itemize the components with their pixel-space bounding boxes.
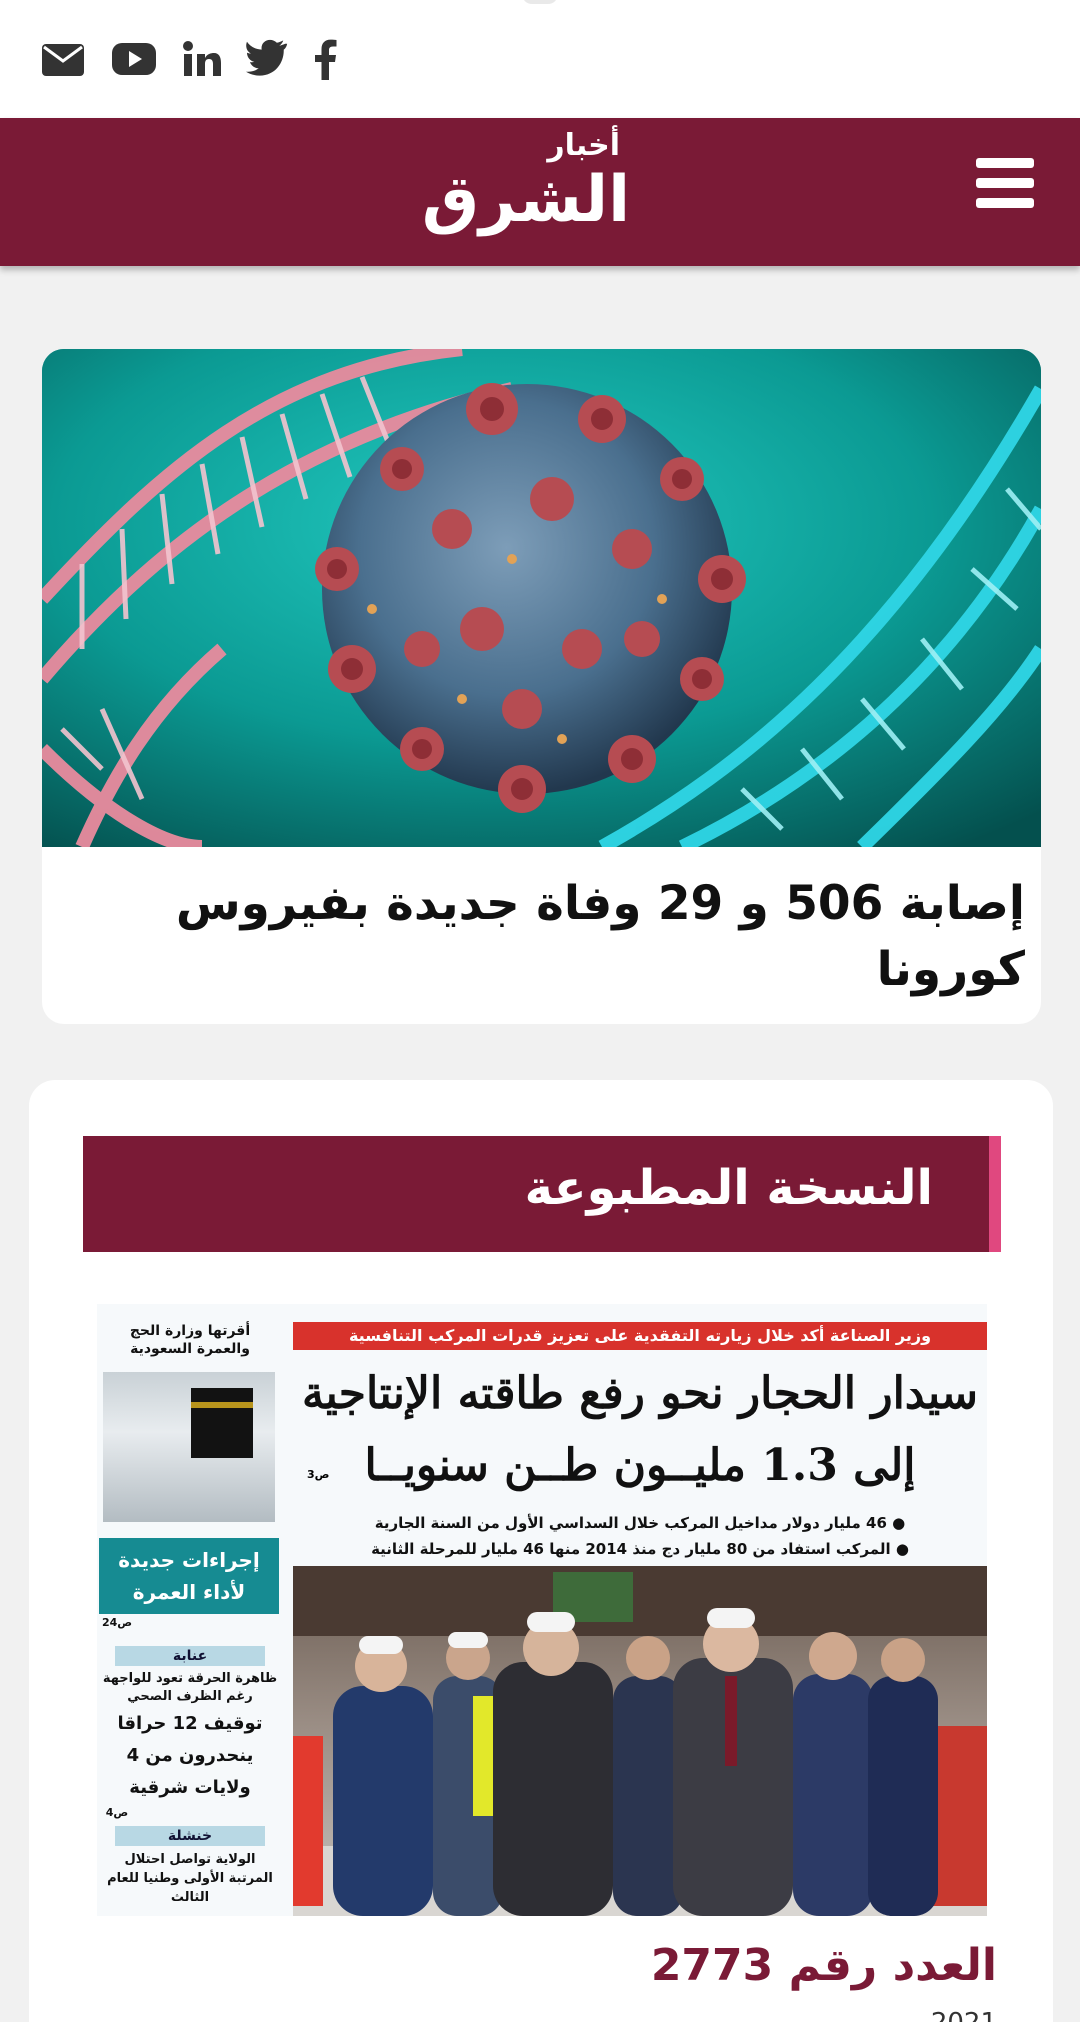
- khenchela-blurb: الولاية تواصل احتلال المرتبة الأولى وطني…: [107, 1852, 273, 1905]
- front-page-main: وزير الصناعة أكد خلال زيارته التفقدية عل…: [293, 1304, 987, 1916]
- newspaper-front-page[interactable]: أقرتها وزارة الحج والعمرة السعودية إجراء…: [97, 1304, 987, 1916]
- umrah-caption: أقرتها وزارة الحج والعمرة السعودية: [129, 1323, 251, 1357]
- headline-page-ref: ص3: [307, 1468, 330, 1481]
- front-page-headline-line1: سيدار الحجار نحو رفع طاقته الإنتاجية: [301, 1368, 979, 1419]
- printed-edition-card: النسخة المطبوعة أقرتها وزارة الحج والعمر…: [29, 1080, 1053, 2022]
- facebook-icon[interactable]: [312, 36, 338, 82]
- status-notch: [522, 0, 558, 4]
- umrah-teaser: إجراءات جديدة لأداء العمرة: [99, 1538, 279, 1614]
- issue-date: 2021: [931, 2008, 997, 2022]
- front-page-headline: سيدار الحجار نحو رفع طاقته الإنتاجية إلى…: [293, 1358, 987, 1502]
- bullet-1: ● 46 مليار دولار مداخيل المركب خلال السد…: [374, 1514, 906, 1532]
- front-page-kicker: وزير الصناعة أكد خلال زيارته التفقدية عل…: [293, 1322, 987, 1350]
- site-logo[interactable]: أخبار الشرق: [422, 128, 638, 256]
- logo-small-text: أخبار: [547, 128, 620, 163]
- kaaba-photo: [103, 1372, 275, 1522]
- twitter-icon[interactable]: [246, 36, 288, 82]
- hamburger-menu-icon[interactable]: [976, 158, 1034, 208]
- harga-blurb: ظاهرة الحرقة تعود للواجهة رغم الظرف الصح…: [102, 1671, 278, 1704]
- khenchela-ribbon: خنشلة: [115, 1826, 265, 1846]
- minister-visit-photo: [293, 1566, 987, 1916]
- news-image[interactable]: [42, 349, 1041, 847]
- issue-number-link[interactable]: العدد رقم 2773: [651, 1940, 997, 1991]
- umrah-page-ref: ص24: [101, 1616, 133, 1629]
- arrests-page-ref: ص4: [105, 1806, 129, 1819]
- logo-big-text: الشرق: [421, 163, 632, 237]
- front-page-bullets: ● 46 مليار دولار مداخيل المركب خلال السد…: [293, 1510, 987, 1562]
- site-header: أخبار الشرق: [0, 118, 1080, 266]
- social-icons: [40, 34, 338, 84]
- email-icon[interactable]: [40, 36, 86, 82]
- annaba-ribbon: عنابة: [115, 1646, 265, 1666]
- section-title: النسخة المطبوعة: [524, 1160, 933, 1216]
- bullet-2: ● المركب استفاد من 80 مليار دج منذ 2014 …: [371, 1540, 909, 1558]
- section-header: النسخة المطبوعة: [83, 1136, 1001, 1252]
- linkedin-icon[interactable]: [182, 36, 222, 82]
- arrests-blurb: توقيف 12 حراقا ينحدرون من 4 ولايات شرقية: [117, 1713, 263, 1798]
- news-headline[interactable]: إصابة 506 و 29 وفاة جديدة بفيروس كورونا: [65, 871, 1025, 1003]
- youtube-icon[interactable]: [110, 36, 158, 82]
- featured-news-card[interactable]: إصابة 506 و 29 وفاة جديدة بفيروس كورونا: [42, 349, 1041, 1024]
- social-bar: [0, 0, 1080, 118]
- front-page-sidebar: أقرتها وزارة الحج والعمرة السعودية إجراء…: [97, 1304, 283, 1916]
- front-page-headline-line2: إلى 1.3 مليــون طــن سنويــا: [364, 1440, 916, 1491]
